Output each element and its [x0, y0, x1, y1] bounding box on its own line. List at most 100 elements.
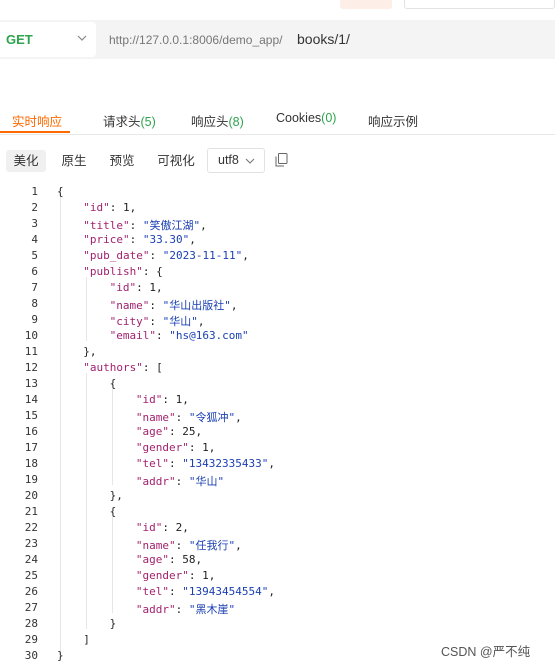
code-line: ]: [83, 633, 90, 646]
line-number: 11: [24, 345, 38, 358]
json-punct: :: [129, 233, 143, 246]
json-key: "city": [109, 315, 150, 328]
json-key: "name": [135, 411, 176, 424]
json-punct: :: [162, 393, 176, 406]
code-line: "authors": [: [83, 361, 162, 374]
tab-response-headers[interactable]: 响应头(8): [191, 111, 244, 130]
line-number: 26: [24, 585, 38, 598]
json-punct: }: [109, 617, 117, 630]
json-punct: :: [169, 585, 183, 598]
json-key: "addr": [135, 475, 176, 488]
json-string: "令狐冲": [188, 411, 236, 424]
method-label: GET: [6, 32, 33, 47]
active-top-tab[interactable]: [340, 0, 392, 9]
code-line: "publish": {: [83, 265, 162, 278]
json-key: "id": [83, 201, 110, 214]
json-punct: :: [188, 569, 203, 582]
code-line: {: [57, 185, 64, 198]
json-punct: ,: [235, 539, 242, 552]
json-string: "任我行": [188, 539, 236, 552]
json-punct: ]: [83, 633, 90, 646]
json-number: 1: [202, 569, 209, 582]
tab-label: 响应头: [191, 115, 229, 129]
json-string: "华山": [162, 315, 198, 328]
tab-label: 实时响应: [12, 115, 63, 129]
top-tab[interactable]: [404, 0, 555, 9]
preview-button[interactable]: 预览: [102, 150, 142, 172]
json-punct: :: [109, 201, 124, 214]
code-line: "name": "华山出版社",: [110, 297, 238, 313]
code-line: "title": "笑傲江湖",: [83, 217, 206, 233]
indent-guide: [86, 373, 87, 629]
code-line: "id": 1,: [110, 281, 163, 294]
watermark: CSDN @严不纯: [441, 645, 531, 659]
tab-request-headers[interactable]: 请求头(5): [103, 111, 156, 130]
json-key: "id": [135, 393, 163, 406]
json-number: 1: [149, 281, 156, 294]
tab-realtime-response[interactable]: 实时响应: [12, 111, 62, 130]
code-line: "pub_date": "2023-11-11",: [83, 249, 249, 262]
line-number: 12: [24, 361, 38, 374]
json-punct: : {: [142, 265, 163, 278]
line-number: 1: [31, 185, 38, 198]
tab-response-examples[interactable]: 响应示例: [368, 111, 418, 130]
line-number: 20: [24, 489, 38, 502]
json-punct: :: [175, 411, 189, 424]
line-number: 2: [31, 201, 38, 214]
json-punct: ,: [235, 411, 242, 424]
code-line: "city": "华山",: [110, 313, 205, 329]
encoding-select[interactable]: utf8: [207, 148, 265, 173]
json-punct: {: [57, 185, 64, 198]
code-line: "addr": "华山": [136, 473, 224, 489]
json-punct: },: [83, 345, 97, 358]
json-string: "2023-11-11": [162, 249, 243, 262]
json-punct: ,: [195, 425, 203, 438]
response-body-viewer[interactable]: 1 {2 "id": 1, 3 "title": "笑傲江湖", 4 "price": "3…: [0, 183, 555, 667]
json-punct: {: [109, 505, 117, 518]
visualize-button[interactable]: 可视化: [150, 150, 202, 172]
code-line: "age": 58,: [136, 553, 202, 566]
code-line: "gender": 1,: [136, 569, 215, 582]
line-number: 6: [31, 265, 38, 278]
code-line: {: [110, 505, 117, 518]
beautify-button[interactable]: 美化: [6, 150, 46, 172]
json-punct: ,: [268, 457, 275, 470]
chevron-down-icon: [245, 158, 255, 164]
code-line: "name": "令狐冲",: [136, 409, 242, 425]
line-number: 15: [24, 409, 38, 422]
line-number: 28: [24, 617, 38, 630]
indent-guide: [60, 197, 61, 653]
json-string: "13432335433": [182, 457, 269, 470]
json-punct: ,: [230, 299, 238, 312]
tab-count: (8): [228, 115, 244, 129]
method-select[interactable]: GET: [0, 22, 96, 57]
line-number: 17: [24, 441, 38, 454]
json-punct: :: [169, 457, 183, 470]
tab-cookies[interactable]: Cookies(0): [276, 111, 336, 125]
json-punct: :: [129, 219, 143, 232]
json-punct: :: [175, 539, 189, 552]
json-key: "age": [135, 553, 170, 566]
line-number: 22: [24, 521, 38, 534]
json-key: "title": [83, 219, 130, 232]
json-key: "name": [135, 539, 176, 552]
url-base[interactable]: http://127.0.0.1:8006/demo_app/: [109, 33, 282, 47]
code-line: {: [110, 377, 117, 390]
url-path-input[interactable]: books/1/: [297, 31, 350, 47]
response-tabs: 实时响应 请求头(5) 响应头(8) Cookies(0) 响应示例: [0, 104, 555, 135]
json-punct: :: [175, 603, 189, 616]
json-punct: ,: [208, 441, 216, 454]
line-number: 16: [24, 425, 38, 438]
json-punct: ,: [129, 201, 137, 214]
code-line: "id": 2,: [136, 521, 189, 534]
json-number: 1: [202, 441, 209, 454]
copy-icon[interactable]: [275, 153, 288, 167]
line-number: 24: [24, 553, 38, 566]
request-url-bar: GET http://127.0.0.1:8006/demo_app/ book…: [0, 20, 555, 59]
tab-label: Cookies: [276, 111, 322, 125]
raw-button[interactable]: 原生: [54, 150, 94, 172]
line-number: 18: [24, 457, 38, 470]
chevron-down-icon: [77, 35, 87, 41]
json-punct: :: [149, 299, 163, 312]
json-punct: {: [109, 377, 117, 390]
